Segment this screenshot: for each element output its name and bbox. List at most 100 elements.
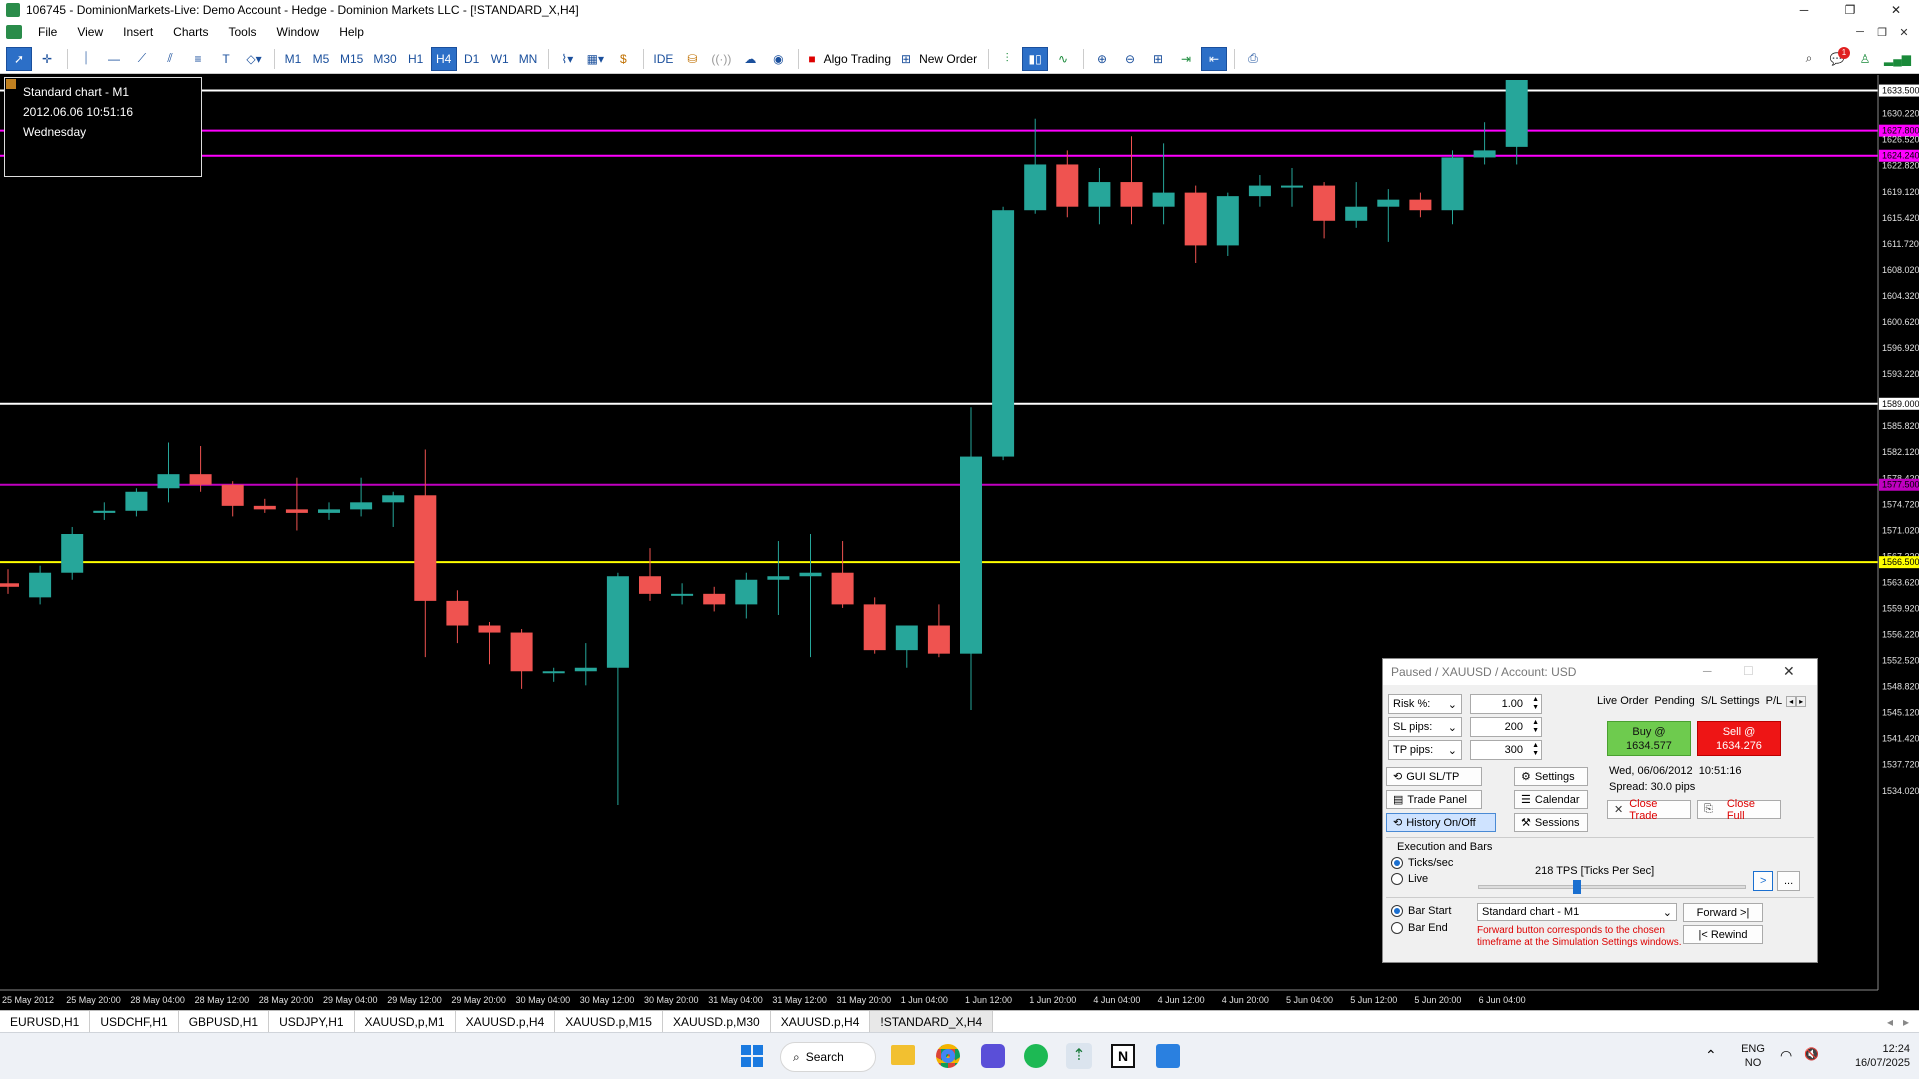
autoscroll-icon[interactable]: ⇥ bbox=[1173, 47, 1199, 71]
community-icon[interactable]: ◉ bbox=[765, 47, 791, 71]
screenshot-icon[interactable]: ⎙ bbox=[1240, 47, 1266, 71]
ticks-radio[interactable]: Ticks/sec bbox=[1391, 857, 1453, 869]
chart-select[interactable]: Standard chart - M1 ⌄ bbox=[1477, 903, 1677, 921]
mdi-restore-button[interactable]: ❐ bbox=[1872, 20, 1892, 44]
menu-charts[interactable]: Charts bbox=[163, 25, 218, 39]
tab-live-order[interactable]: Live Order bbox=[1597, 695, 1648, 707]
settings-button[interactable]: ⚙ Settings bbox=[1514, 767, 1588, 786]
risk-select[interactable]: Risk %: ⌄ bbox=[1388, 694, 1462, 714]
chart-shift-icon[interactable]: ⇤ bbox=[1201, 46, 1228, 71]
chart-settings-icon[interactable] bbox=[6, 79, 16, 89]
spotify-icon[interactable] bbox=[1024, 1044, 1048, 1068]
sell-button[interactable]: Sell @ 1634.276 bbox=[1697, 721, 1781, 756]
horizontal-line-icon[interactable]: — bbox=[101, 47, 127, 71]
menu-window[interactable]: Window bbox=[267, 25, 330, 39]
risk-input[interactable]: 1.00 ▲ ▼ bbox=[1470, 694, 1542, 714]
vertical-line-icon[interactable]: ⏐ bbox=[73, 47, 99, 71]
crosshair-icon[interactable]: ✛ bbox=[34, 47, 60, 71]
signal-strength-icon[interactable]: ▂▄▆ bbox=[1880, 47, 1915, 71]
tab-eurusd-h1[interactable]: EURUSD,H1 bbox=[0, 1010, 91, 1033]
menu-help[interactable]: Help bbox=[329, 25, 374, 39]
timeframe-mn[interactable]: MN bbox=[515, 47, 542, 71]
templates-icon[interactable]: ▦▾ bbox=[582, 47, 608, 71]
wifi-icon[interactable]: ◠ bbox=[1780, 1047, 1792, 1064]
tab-scroll-left-icon[interactable]: ◂ bbox=[1786, 695, 1797, 707]
timeframe-m1[interactable]: M1 bbox=[280, 47, 306, 71]
dollar-icon[interactable]: $ bbox=[610, 47, 636, 71]
indicators-icon[interactable]: ⌇▾ bbox=[554, 47, 580, 71]
clock[interactable]: 12:24 16/07/2025 bbox=[1830, 1042, 1910, 1070]
tray-chevron-icon[interactable]: ⌃ bbox=[1705, 1047, 1717, 1064]
volume-icon[interactable]: 🔇 bbox=[1804, 1047, 1819, 1061]
tab-usdchf-h1[interactable]: USDCHF,H1 bbox=[90, 1010, 179, 1033]
tab-xauusd-h4-2[interactable]: XAUUSD.p,H4 bbox=[771, 1010, 871, 1033]
zoom-in-icon[interactable]: ⊕ bbox=[1089, 47, 1115, 71]
taskbar-search[interactable]: ⌕ Search bbox=[780, 1042, 876, 1072]
sim-maximize-button[interactable]: ☐ bbox=[1743, 664, 1754, 678]
tab-pl[interactable]: P/L bbox=[1766, 695, 1783, 707]
notion-icon[interactable]: N bbox=[1111, 1044, 1135, 1068]
menu-view[interactable]: View bbox=[67, 25, 113, 39]
trade-panel-button[interactable]: ▤ Trade Panel bbox=[1386, 790, 1482, 809]
tabs-scroll-left-icon[interactable]: ◂ bbox=[1887, 1015, 1893, 1029]
start-icon[interactable] bbox=[741, 1045, 763, 1067]
mdi-minimize-button[interactable]: ─ bbox=[1850, 20, 1870, 44]
fibonacci-icon[interactable]: ≡ bbox=[185, 47, 211, 71]
tabs-scroll-right-icon[interactable]: ▸ bbox=[1903, 1015, 1909, 1029]
close-trade-button[interactable]: ✕ Close Trade bbox=[1607, 798, 1691, 822]
sim-close-button[interactable]: ✕ bbox=[1783, 663, 1795, 680]
notifications-icon[interactable]: 💬 1 bbox=[1824, 46, 1851, 71]
play-button[interactable]: > bbox=[1753, 871, 1774, 891]
speed-slider-thumb[interactable] bbox=[1572, 880, 1581, 894]
timeframe-h4[interactable]: H4 bbox=[430, 46, 457, 71]
calendar-button[interactable]: ☰ Calendar bbox=[1514, 790, 1588, 809]
tab-usdjpy-h1[interactable]: USDJPY,H1 bbox=[269, 1010, 355, 1033]
market-icon[interactable]: ⛁ bbox=[679, 47, 705, 71]
candlestick-icon[interactable]: ▮▯ bbox=[1022, 46, 1049, 71]
app-icon-blue[interactable] bbox=[1156, 1044, 1180, 1068]
signals-icon[interactable]: ((·)) bbox=[707, 47, 735, 71]
cursor-icon[interactable]: ➚ bbox=[6, 46, 32, 71]
timeframe-h1[interactable]: H1 bbox=[403, 47, 429, 71]
speed-slider[interactable] bbox=[1478, 880, 1746, 894]
more-button[interactable]: ... bbox=[1777, 871, 1801, 891]
forward-button[interactable]: Forward >| bbox=[1683, 903, 1763, 922]
mdi-close-button[interactable]: ✕ bbox=[1894, 20, 1914, 44]
ide-button[interactable]: IDE bbox=[649, 47, 677, 71]
minimize-button[interactable]: ─ bbox=[1781, 0, 1827, 20]
metatrader-icon[interactable]: ⇡ bbox=[1066, 1043, 1092, 1069]
tab-sl-settings[interactable]: S/L Settings bbox=[1701, 695, 1760, 707]
chart-window-icon[interactable] bbox=[6, 25, 22, 39]
timeframe-m15[interactable]: M15 bbox=[336, 47, 367, 71]
line-chart-icon[interactable]: ∿ bbox=[1050, 47, 1076, 71]
timeframe-m5[interactable]: M5 bbox=[308, 47, 334, 71]
spinner-icon[interactable]: ▲ ▼ bbox=[1532, 742, 1539, 758]
maximize-button[interactable]: ❐ bbox=[1827, 0, 1873, 20]
menu-file[interactable]: File bbox=[28, 25, 67, 39]
sl-select[interactable]: SL pips: ⌄ bbox=[1388, 717, 1462, 737]
sessions-button[interactable]: ⚒ Sessions bbox=[1514, 813, 1588, 832]
tp-select[interactable]: TP pips: ⌄ bbox=[1388, 740, 1462, 760]
gui-sltp-button[interactable]: ⟲ GUI SL/TP bbox=[1386, 767, 1482, 786]
new-order-button[interactable]: ⊞ New Order bbox=[897, 47, 981, 71]
tab-scroll-right-icon[interactable]: ▸ bbox=[1796, 695, 1807, 707]
history-toggle-button[interactable]: ⟲ History On/Off bbox=[1386, 813, 1496, 832]
tab-xauusd-m1[interactable]: XAUUSD,p,M1 bbox=[355, 1010, 456, 1033]
tp-input[interactable]: 300 ▲ ▼ bbox=[1470, 740, 1542, 760]
bar-end-radio[interactable]: Bar End bbox=[1391, 922, 1448, 934]
bar-chart-icon[interactable]: ⫶ bbox=[994, 47, 1020, 71]
app-icon-purple[interactable] bbox=[981, 1044, 1005, 1068]
file-explorer-icon[interactable] bbox=[891, 1045, 915, 1065]
tab-standard-x-h4[interactable]: !STANDARD_X,H4 bbox=[870, 1010, 994, 1033]
close-full-button[interactable]: ⎘ Close Full bbox=[1697, 798, 1781, 822]
timeframe-w1[interactable]: W1 bbox=[487, 47, 513, 71]
algo-trading-button[interactable]: ■ Algo Trading bbox=[804, 47, 895, 71]
bar-start-radio[interactable]: Bar Start bbox=[1391, 905, 1451, 917]
timeframe-d1[interactable]: D1 bbox=[459, 47, 485, 71]
chrome-icon[interactable] bbox=[936, 1044, 960, 1068]
shapes-icon[interactable]: ◇▾ bbox=[241, 47, 267, 71]
menu-tools[interactable]: Tools bbox=[219, 25, 267, 39]
rewind-button[interactable]: |< Rewind bbox=[1683, 925, 1763, 944]
trendline-icon[interactable]: ⟋ bbox=[129, 47, 155, 71]
text-icon[interactable]: T bbox=[213, 47, 239, 71]
